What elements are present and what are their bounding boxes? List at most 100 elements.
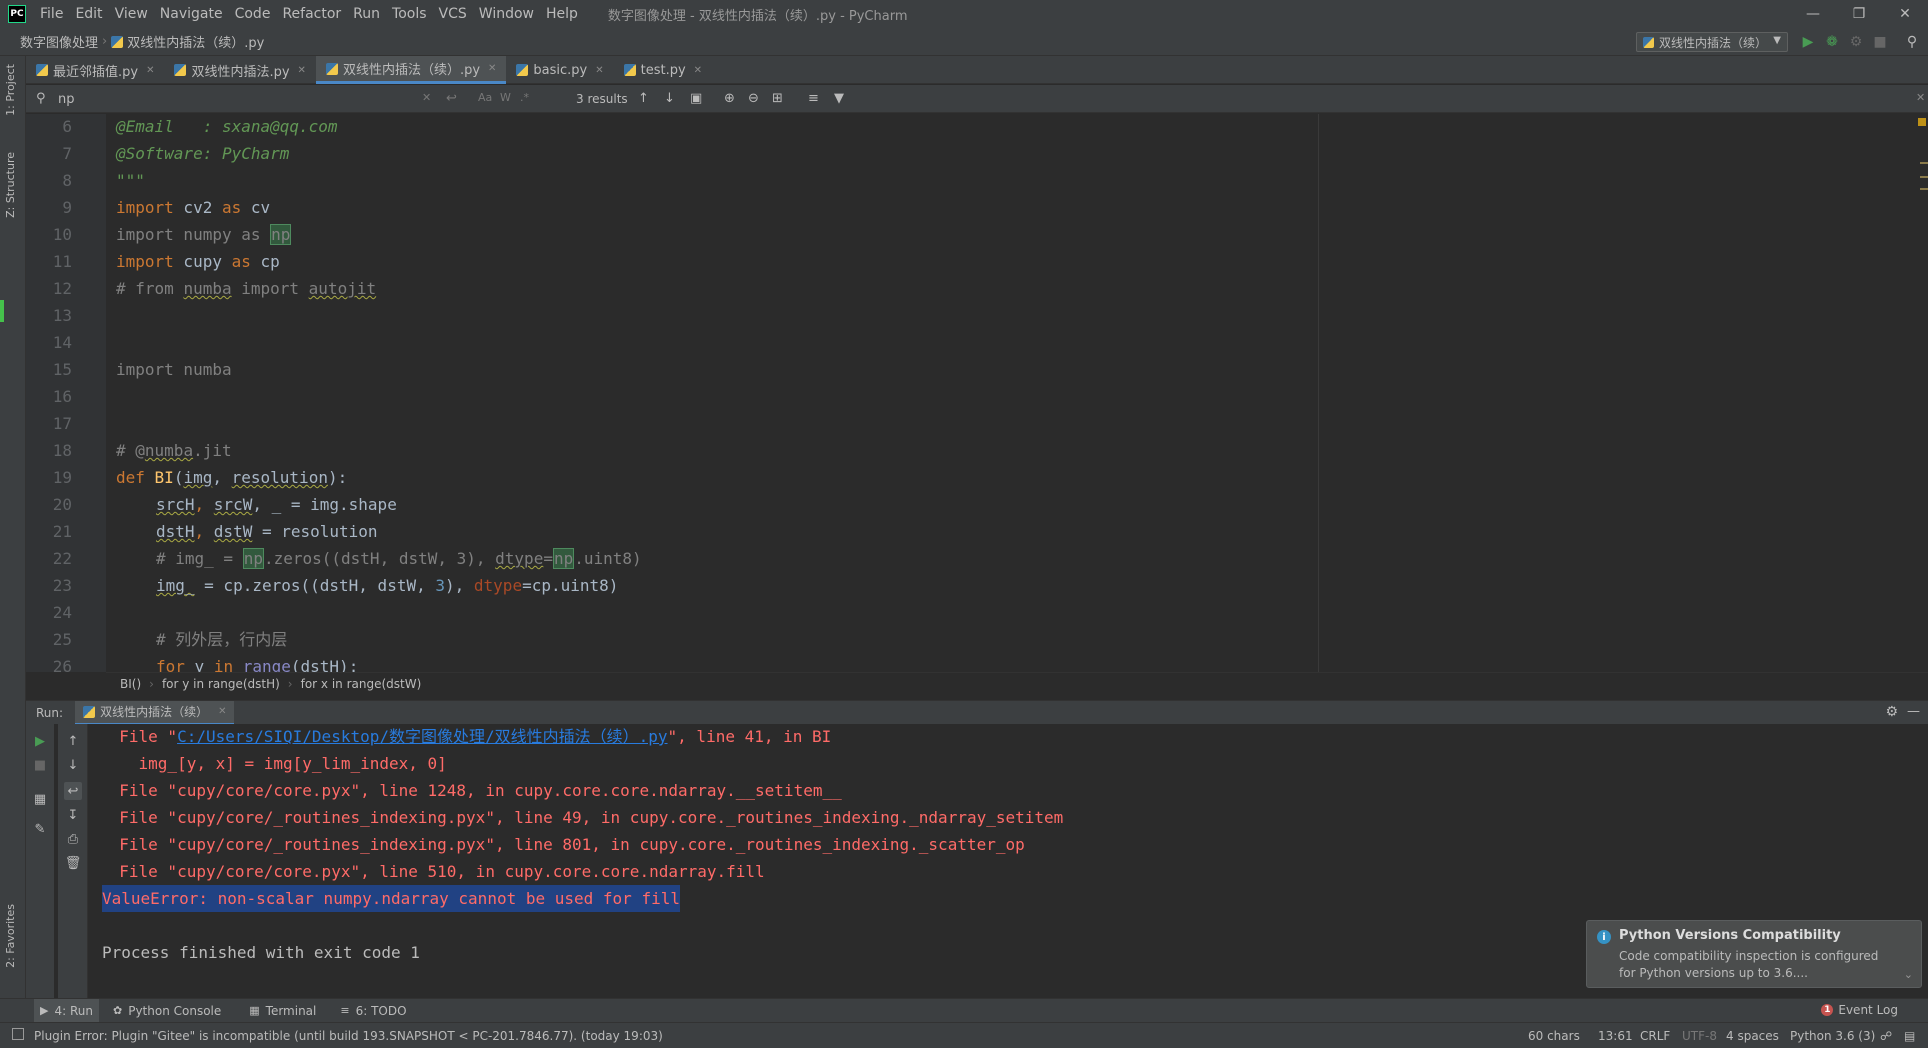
warning-marker[interactable]: [1918, 118, 1926, 126]
minimize-panel-icon[interactable]: —: [1907, 704, 1920, 719]
toggle-tool-windows-icon[interactable]: [12, 1028, 24, 1040]
next-occurrence-icon[interactable]: ↓: [664, 91, 675, 106]
menu-navigate[interactable]: Navigate: [154, 0, 229, 28]
search-everywhere-icon[interactable]: ⚲: [1904, 34, 1920, 50]
notification-balloon[interactable]: i Python Versions Compatibility Code com…: [1586, 920, 1922, 988]
print-icon[interactable]: ⎙: [64, 830, 82, 848]
breadcrumb-function[interactable]: BI(): [120, 677, 141, 691]
tab-bilinear-continued[interactable]: 双线性内插法（续）.py ✕: [315, 56, 507, 84]
breadcrumb-file[interactable]: 双线性内插法（续）.py: [127, 32, 264, 51]
run-configuration-select[interactable]: 双线性内插法（续） ▼: [1636, 32, 1788, 52]
status-message[interactable]: Plugin Error: Plugin "Gitee" is incompat…: [34, 1029, 663, 1043]
close-tab-icon[interactable]: ✕: [595, 65, 603, 76]
close-tab-icon[interactable]: ✕: [694, 65, 702, 76]
pin-icon[interactable]: ✎: [31, 820, 49, 838]
close-tab-icon[interactable]: ✕: [298, 65, 306, 76]
close-tab-icon[interactable]: ✕: [218, 706, 226, 717]
file-link[interactable]: C:/Users/SIQI/Desktop/数字图像处理/双线性内插法（续）.p…: [177, 727, 667, 746]
remove-occurrence-icon[interactable]: ⊖: [748, 91, 759, 106]
stop-icon[interactable]: ■: [1872, 34, 1888, 50]
caret-position[interactable]: 13:61: [1598, 1029, 1633, 1043]
error-stripe[interactable]: [1916, 114, 1928, 672]
add-occurrence-icon[interactable]: ⊕: [724, 91, 735, 106]
menu-code[interactable]: Code: [229, 0, 277, 28]
regex-toggle[interactable]: .*: [520, 91, 529, 104]
menu-window[interactable]: Window: [473, 0, 540, 28]
breadcrumb-project[interactable]: 数字图像处理: [0, 32, 98, 51]
close-tab-icon[interactable]: ✕: [488, 63, 496, 74]
filter-icon[interactable]: ▼: [834, 91, 844, 106]
restore-icon[interactable]: ❐: [1836, 0, 1882, 28]
run-tab[interactable]: 双线性内插法（续） ✕: [75, 700, 235, 725]
project-tool-tab[interactable]: 1: Project: [4, 64, 17, 116]
match-case-toggle[interactable]: Aa: [478, 91, 492, 104]
select-all-occurrences-icon[interactable]: ▣: [690, 91, 702, 106]
lock-icon[interactable]: ☍: [1880, 1029, 1892, 1043]
close-find-bar-icon[interactable]: ✕: [1916, 91, 1925, 104]
python-console-tab[interactable]: ✿ Python Console: [113, 1004, 221, 1018]
memory-indicator-icon[interactable]: ▤: [1904, 1029, 1915, 1043]
clear-search-icon[interactable]: ✕: [422, 91, 431, 104]
filter-settings-icon[interactable]: ≡: [808, 91, 819, 106]
file-encoding[interactable]: UTF-8: [1682, 1029, 1717, 1043]
chevron-down-icon[interactable]: ⌄: [1904, 968, 1913, 981]
occurrence-marker[interactable]: [1920, 188, 1928, 190]
scroll-to-end-icon[interactable]: ↧: [64, 806, 82, 824]
python-interpreter[interactable]: Python 3.6 (3): [1790, 1029, 1875, 1043]
menu-view[interactable]: View: [109, 0, 154, 28]
tab-label: 最近邻插值.py: [53, 64, 139, 80]
menu-tools[interactable]: Tools: [386, 0, 433, 28]
gear-icon[interactable]: ⚙: [1885, 704, 1898, 720]
select-all-icon[interactable]: ⊞: [772, 91, 783, 106]
menu-help[interactable]: Help: [540, 0, 584, 28]
terminal-tab[interactable]: ▦ Terminal: [249, 1004, 316, 1018]
breadcrumb-inner-loop[interactable]: for x in range(dstW): [301, 677, 422, 691]
menu-file[interactable]: File: [34, 0, 69, 28]
todo-tab[interactable]: ≡ 6: TODO: [340, 1004, 406, 1018]
python-console-tab-label: Python Console: [128, 1003, 222, 1018]
code-line: srcH, srcW, _ = img.shape: [156, 495, 397, 514]
code-editor[interactable]: @Email : sxana@qq.com @Software: PyCharm…: [106, 114, 1318, 672]
trash-icon[interactable]: 🗑: [64, 854, 82, 872]
menu-vcs[interactable]: VCS: [433, 0, 473, 28]
line-number: 11: [52, 252, 72, 271]
soft-wrap-icon[interactable]: ↩: [64, 782, 82, 800]
search-input[interactable]: [58, 89, 438, 109]
structure-tool-tab[interactable]: Z: Structure: [4, 152, 17, 218]
close-tab-icon[interactable]: ✕: [146, 65, 154, 76]
layout-icon[interactable]: ▦: [31, 790, 49, 808]
arrow-up-icon[interactable]: ↑: [64, 732, 82, 750]
line-separator[interactable]: CRLF: [1640, 1029, 1670, 1043]
new-line-icon[interactable]: ↩: [446, 91, 457, 106]
indent-setting[interactable]: 4 spaces: [1726, 1029, 1779, 1043]
run-icon[interactable]: ▶: [1800, 34, 1816, 50]
tab-bilinear[interactable]: 双线性内插法.py ✕: [164, 56, 315, 84]
menu-edit[interactable]: Edit: [69, 0, 108, 28]
tab-test[interactable]: test.py ✕: [614, 56, 712, 84]
menu-refactor[interactable]: Refactor: [276, 0, 347, 28]
stop-icon[interactable]: ■: [31, 756, 49, 774]
whole-words-toggle[interactable]: W: [500, 91, 511, 104]
tab-basic[interactable]: basic.py ✕: [506, 56, 613, 84]
occurrence-marker[interactable]: [1920, 162, 1928, 164]
breadcrumb-outer-loop[interactable]: for y in range(dstH): [162, 677, 280, 691]
run-configuration-label: 双线性内插法（续）: [1659, 35, 1768, 50]
close-icon[interactable]: ✕: [1882, 0, 1928, 28]
rerun-icon[interactable]: ▶: [31, 732, 49, 750]
find-bar: ⚲ ✕ ↩ Aa W .* 3 results ↑ ↓ ▣ ⊕ ⊖ ⊞ ≡ ▼ …: [26, 85, 1928, 113]
previous-occurrence-icon[interactable]: ↑: [638, 91, 649, 106]
run-tool-tab[interactable]: ▶ 4: Run: [34, 998, 99, 1023]
favorites-tool-tab[interactable]: 2: Favorites: [4, 904, 17, 968]
selection-chars[interactable]: 60 chars: [1528, 1029, 1580, 1043]
occurrence-marker[interactable]: [1920, 176, 1928, 178]
minimize-icon[interactable]: —: [1790, 0, 1836, 28]
event-log-button[interactable]: 1 Event Log: [1821, 1003, 1898, 1017]
coverage-icon[interactable]: ⚙: [1848, 34, 1864, 50]
tab-nearest-neighbor[interactable]: 最近邻插值.py ✕: [26, 56, 164, 84]
menu-run[interactable]: Run: [347, 0, 386, 28]
debug-icon[interactable]: ❁: [1824, 34, 1840, 50]
arrow-down-icon[interactable]: ↓: [64, 756, 82, 774]
window-title: 数字图像处理 - 双线性内插法（续）.py - PyCharm: [607, 8, 908, 24]
event-log-count-badge: 1: [1821, 1004, 1834, 1016]
search-icon[interactable]: ⚲: [36, 91, 46, 106]
